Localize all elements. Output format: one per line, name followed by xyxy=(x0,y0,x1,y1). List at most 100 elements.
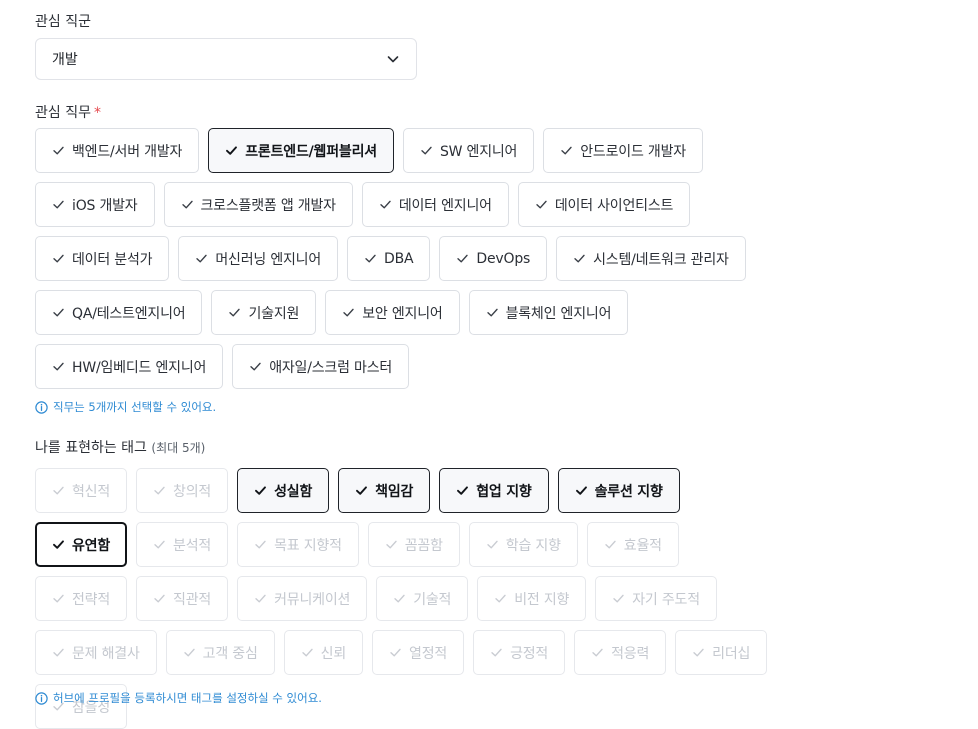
chip-label: 커뮤니케이션 xyxy=(274,591,351,608)
check-icon xyxy=(573,252,586,265)
job-role-chip[interactable]: 데이터 분석가 xyxy=(35,236,170,281)
chip-label: QA/테스트엔지니어 xyxy=(72,305,186,322)
chip-label: 학습 지향 xyxy=(505,537,561,554)
check-icon xyxy=(52,252,65,265)
chip-label: 보안 엔지니어 xyxy=(362,305,443,322)
tags-hint-text: 허브에 프로필을 등록하시면 태그를 설정하실 수 있어요. xyxy=(53,691,322,705)
job-role-chip[interactable]: 데이터 엔지니어 xyxy=(361,182,509,227)
check-icon xyxy=(393,592,406,605)
required-mark: * xyxy=(93,105,101,121)
tag-chip: 자기 주도적 xyxy=(595,576,717,621)
tag-chip[interactable]: 성실함 xyxy=(237,468,330,513)
check-icon xyxy=(456,484,469,497)
job-role-chip[interactable]: DevOps xyxy=(439,236,548,281)
check-icon xyxy=(52,592,65,605)
check-icon xyxy=(456,252,469,265)
chip-label: 고객 중심 xyxy=(202,645,258,662)
tag-chip: 학습 지향 xyxy=(468,522,578,567)
chip-label: 신뢰 xyxy=(320,645,347,662)
tag-chip: 문제 해결사 xyxy=(35,630,157,675)
check-icon xyxy=(52,306,65,319)
check-icon xyxy=(181,198,194,211)
chip-label: 블록체인 엔지니어 xyxy=(505,305,612,322)
check-icon xyxy=(52,484,65,497)
job-role-chip[interactable]: DBA xyxy=(347,236,431,281)
job-role-chip[interactable]: 블록체인 엔지니어 xyxy=(468,290,629,335)
check-icon xyxy=(225,144,238,157)
chip-label: 효율적 xyxy=(623,537,662,554)
chip-label: 데이터 사이언티스트 xyxy=(554,197,674,214)
chip-label: 리더십 xyxy=(712,645,751,662)
job-role-chip[interactable]: HW/임베디드 엔지니어 xyxy=(35,344,224,389)
tag-chip: 기술적 xyxy=(376,576,469,621)
job-role-chip[interactable]: 데이터 사이언티스트 xyxy=(517,182,691,227)
check-icon xyxy=(153,484,166,497)
tag-chip: 신뢰 xyxy=(283,630,364,675)
job-role-chip[interactable]: SW 엔지니어 xyxy=(402,128,535,173)
chip-label: 문제 해결사 xyxy=(72,645,140,662)
chip-label: 혁신적 xyxy=(72,483,111,500)
tag-chip: 커뮤니케이션 xyxy=(237,576,368,621)
chip-label: 성실함 xyxy=(274,483,313,500)
chip-label: DevOps xyxy=(476,250,531,267)
tags-sub-label: (최대 5개) xyxy=(151,441,206,455)
info-icon xyxy=(35,691,48,705)
job-role-label: 관심 직무 * xyxy=(35,104,101,122)
check-icon xyxy=(420,144,433,157)
chip-label: 데이터 엔지니어 xyxy=(398,197,492,214)
chip-label: 직관적 xyxy=(173,591,212,608)
chip-label: 데이터 분석가 xyxy=(72,251,153,268)
check-icon xyxy=(486,538,499,551)
job-role-chip[interactable]: 머신러닝 엔지니어 xyxy=(178,236,339,281)
check-icon xyxy=(254,592,267,605)
job-group-value: 개발 xyxy=(52,52,78,68)
check-icon xyxy=(389,646,402,659)
tag-chip[interactable]: 협업 지향 xyxy=(439,468,549,513)
chip-label: 크로스플랫폼 앱 개발자 xyxy=(200,197,337,214)
info-icon xyxy=(35,400,48,414)
check-icon xyxy=(228,306,241,319)
chip-label: 꼼꼼함 xyxy=(404,537,443,554)
job-role-hint-text: 직무는 5개까지 선택할 수 있어요. xyxy=(53,400,217,414)
chevron-down-icon xyxy=(386,52,400,66)
job-group-select[interactable]: 개발 xyxy=(35,38,417,80)
check-icon xyxy=(604,538,617,551)
chip-label: 전략적 xyxy=(72,591,111,608)
check-icon xyxy=(355,484,368,497)
tag-chip: 분석적 xyxy=(136,522,229,567)
job-role-hint: 직무는 5개까지 선택할 수 있어요. xyxy=(35,399,216,415)
tag-chip: 혁신적 xyxy=(35,468,128,513)
job-role-chip[interactable]: QA/테스트엔지니어 xyxy=(35,290,203,335)
job-role-chip[interactable]: 크로스플랫폼 앱 개발자 xyxy=(163,182,353,227)
chip-label: 자기 주도적 xyxy=(632,591,700,608)
chip-label: 시스템/네트워크 관리자 xyxy=(593,251,729,268)
tag-chip: 긍정적 xyxy=(473,630,566,675)
chip-label: 책임감 xyxy=(375,483,414,500)
chip-label: SW 엔지니어 xyxy=(439,143,518,160)
tag-chip[interactable]: 유연함 xyxy=(35,522,128,567)
job-role-chip[interactable]: 프론트엔드/웹퍼블리셔 xyxy=(208,128,394,173)
chip-label: 창의적 xyxy=(173,483,212,500)
job-role-chip[interactable]: 기술지원 xyxy=(211,290,317,335)
chip-label: 열정적 xyxy=(409,645,448,662)
chip-label: 애자일/스크럼 마스터 xyxy=(269,359,393,376)
tag-chip[interactable]: 책임감 xyxy=(338,468,431,513)
job-role-chip[interactable]: 안드로이드 개발자 xyxy=(543,128,703,173)
job-role-chip[interactable]: 애자일/스크럼 마스터 xyxy=(232,344,410,389)
tag-chip[interactable]: 솔루션 지향 xyxy=(557,468,680,513)
job-role-chip[interactable]: 시스템/네트워크 관리자 xyxy=(556,236,746,281)
job-role-chip[interactable]: iOS 개발자 xyxy=(35,182,155,227)
tag-chip: 열정적 xyxy=(372,630,465,675)
chip-label: 협업 지향 xyxy=(476,483,532,500)
job-role-chip[interactable]: 백엔드/서버 개발자 xyxy=(35,128,200,173)
check-icon xyxy=(52,646,65,659)
chip-label: 목표 지향적 xyxy=(274,537,342,554)
check-icon xyxy=(490,646,503,659)
tag-chip: 목표 지향적 xyxy=(237,522,359,567)
tag-chip: 효율적 xyxy=(586,522,679,567)
job-role-chip[interactable]: 보안 엔지니어 xyxy=(325,290,460,335)
chip-label: 백엔드/서버 개발자 xyxy=(72,143,183,160)
check-icon xyxy=(591,646,604,659)
check-icon xyxy=(486,306,499,319)
tag-chip: 창의적 xyxy=(136,468,229,513)
